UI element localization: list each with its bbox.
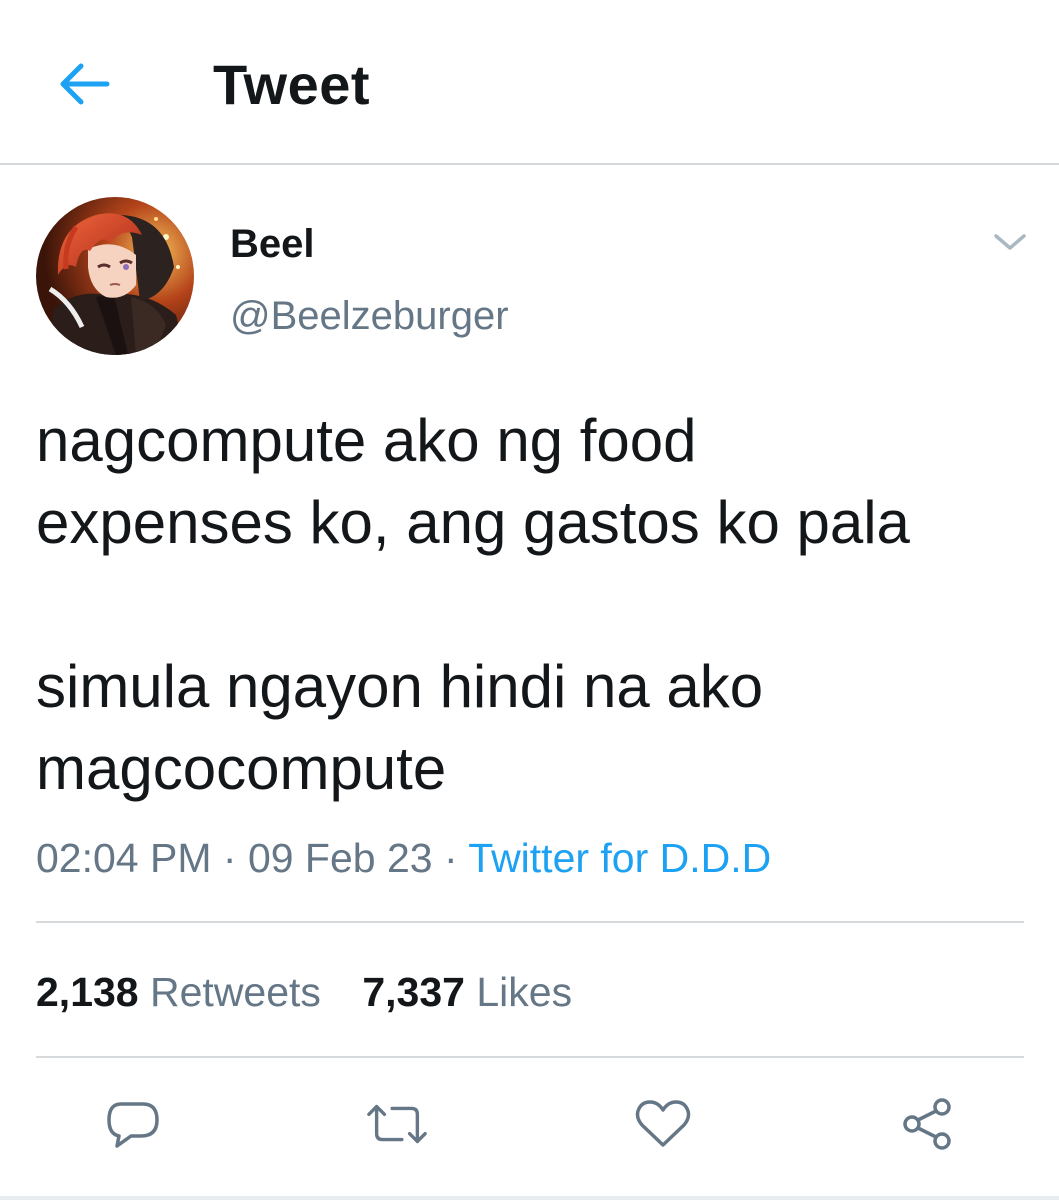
divider — [36, 921, 1024, 923]
meta-separator: · — [432, 835, 469, 881]
top-bar: Tweet — [0, 0, 1059, 165]
tweet-date: 09 Feb 23 — [247, 835, 433, 881]
author-handle[interactable]: @Beelzeburger — [230, 290, 509, 342]
tweet-text: nagcompute ako ng food expenses ko, ang … — [36, 400, 1036, 810]
likes-count: 7,337 — [362, 969, 465, 1015]
divider — [36, 1056, 1024, 1058]
likes-stat[interactable]: 7,337 Likes — [362, 969, 572, 1015]
avatar-image — [36, 197, 194, 355]
retweet-icon — [367, 1104, 427, 1144]
tweet-text-line: expenses ko, ang gastos ko pala — [36, 489, 910, 556]
retweet-button[interactable] — [365, 1092, 429, 1156]
tweet-source-link[interactable]: Twitter for D.D.D — [468, 835, 771, 881]
tweet-text-line: simula ngayon hindi na ako — [36, 653, 764, 720]
reply-icon — [107, 1102, 159, 1148]
like-button[interactable] — [631, 1092, 695, 1156]
tweet-text-line: magcocompute — [36, 735, 447, 802]
back-button[interactable] — [52, 52, 116, 116]
tweet-time: 02:04 PM — [36, 835, 212, 881]
retweets-count: 2,138 — [36, 969, 139, 1015]
avatar[interactable] — [36, 197, 194, 355]
tweet-menu-button[interactable] — [984, 222, 1036, 262]
meta-separator: · — [211, 835, 248, 881]
likes-label: Likes — [476, 969, 573, 1015]
author-display-name[interactable]: Beel — [230, 220, 315, 268]
tweet-stats: 2,138 Retweets 7,337 Likes — [36, 964, 602, 1020]
share-icon — [903, 1098, 951, 1150]
reply-button[interactable] — [101, 1092, 165, 1156]
chevron-down-icon — [994, 234, 1026, 250]
retweets-stat[interactable]: 2,138 Retweets — [36, 969, 321, 1015]
tweet-meta: 02:04 PM · 09 Feb 23 · Twitter for D.D.D — [36, 830, 771, 886]
tweet-text-line: nagcompute ako ng food — [36, 407, 697, 474]
arrow-left-icon — [60, 63, 110, 105]
heart-icon — [635, 1100, 691, 1147]
share-button[interactable] — [895, 1092, 959, 1156]
page-title: Tweet — [213, 53, 371, 116]
bottom-border — [0, 1196, 1059, 1200]
retweets-label: Retweets — [150, 969, 321, 1015]
